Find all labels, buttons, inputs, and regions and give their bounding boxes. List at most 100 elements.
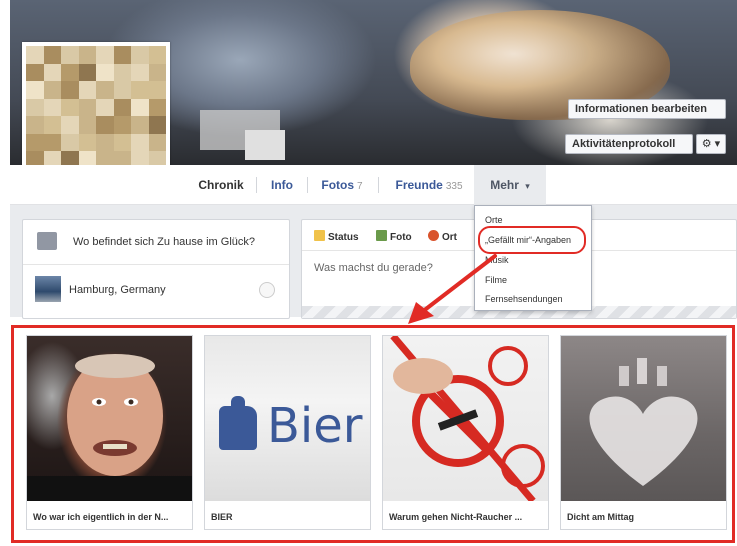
- mosaic-tile: [96, 98, 114, 116]
- mosaic-tile: [131, 116, 149, 134]
- like-caption[interactable]: BIER: [211, 512, 233, 522]
- composer-tab-label: Foto: [390, 232, 412, 243]
- mosaic-tile: [148, 63, 166, 81]
- suitcase-icon: [37, 232, 57, 250]
- tab-label: Info: [271, 178, 293, 192]
- mosaic-tile: [131, 46, 149, 64]
- edit-info-button[interactable]: Informationen bearbeiten: [568, 99, 726, 119]
- tab-chronik[interactable]: Chronik: [188, 165, 254, 205]
- mosaic-tile: [96, 133, 114, 151]
- divider: [23, 264, 289, 265]
- like-caption[interactable]: Warum gehen Nicht-Raucher ...: [389, 512, 522, 522]
- mosaic-tile: [26, 133, 44, 151]
- mosaic-tile: [113, 63, 131, 81]
- tab-info[interactable]: Info: [260, 165, 304, 205]
- mosaic-tile: [148, 98, 166, 116]
- mosaic-tile: [148, 116, 166, 134]
- mosaic-tile: [61, 133, 79, 151]
- like-card[interactable]: Dicht am Mittag: [560, 335, 727, 530]
- mosaic-tile: [148, 81, 166, 99]
- mosaic-tile: [148, 46, 166, 64]
- tab-fotos[interactable]: Fotos 7: [310, 165, 374, 205]
- tab-label: Mehr: [490, 178, 519, 192]
- tab-freunde[interactable]: Freunde 335: [386, 165, 472, 205]
- like-image[interactable]: Bier: [205, 336, 370, 501]
- composer-tab-label: Ort: [442, 232, 457, 243]
- mosaic-tile: [61, 116, 79, 134]
- bier-text: Bier: [267, 398, 363, 454]
- mosaic-tile: [78, 98, 96, 116]
- composer-tab-ort[interactable]: Ort: [428, 230, 457, 243]
- tab-divider: [256, 177, 257, 193]
- places-box: Wo befindet sich Zu hause im Glück? Hamb…: [22, 219, 290, 319]
- tab-count: 7: [357, 181, 363, 192]
- mosaic-tile: [61, 81, 79, 99]
- cover-blur-region: [245, 130, 285, 160]
- place-radio[interactable]: [259, 282, 275, 298]
- mosaic-tile: [113, 98, 131, 116]
- like-image[interactable]: [561, 336, 726, 501]
- place-thumbnail: [35, 276, 61, 302]
- mosaic-tile: [61, 98, 79, 116]
- like-caption[interactable]: Dicht am Mittag: [567, 512, 634, 522]
- mosaic-tile: [26, 63, 44, 81]
- timeline-content: Wo befindet sich Zu hause im Glück? Hamb…: [10, 205, 737, 319]
- mosaic-tile: [96, 63, 114, 81]
- mosaic-tile: [26, 98, 44, 116]
- tab-label: Freunde: [395, 178, 443, 192]
- mosaic-tile: [113, 116, 131, 134]
- facebook-timeline-page: Informationen bearbeiten Aktivitätenprot…: [0, 0, 737, 546]
- mosaic-tile: [78, 116, 96, 134]
- mosaic-tile: [96, 46, 114, 64]
- tab-count: 335: [445, 181, 463, 192]
- mosaic-tile: [96, 81, 114, 99]
- annotation-arrow: [408, 254, 497, 324]
- thumbs-up-icon: [219, 406, 257, 450]
- mosaic-tile: [78, 46, 96, 64]
- mosaic-tile: [43, 81, 61, 99]
- mosaic-tile: [78, 81, 96, 99]
- gear-icon[interactable]: ⚙ ▾: [696, 134, 726, 154]
- mosaic-tile: [43, 133, 61, 151]
- mosaic-tile: [43, 116, 61, 134]
- composer-tab-label: Status: [328, 232, 359, 243]
- photo-icon: [376, 230, 387, 241]
- mosaic-tile: [43, 63, 61, 81]
- mosaic-tile: [61, 46, 79, 64]
- tab-divider: [307, 177, 308, 193]
- no-smoking-illustration: [390, 336, 545, 501]
- tab-label: Fotos: [321, 178, 355, 192]
- like-card[interactable]: Bier BIER: [204, 335, 371, 530]
- activity-log-button[interactable]: Aktivitätenprotokoll: [565, 134, 693, 154]
- profile-nav: Chronik Info Fotos 7 Freunde 335 Mehr ▾: [10, 165, 737, 205]
- places-question[interactable]: Wo befindet sich Zu hause im Glück?: [73, 236, 255, 248]
- mosaic-tile: [78, 133, 96, 151]
- like-card[interactable]: Warum gehen Nicht-Raucher ...: [382, 335, 549, 530]
- mosaic-tile: [26, 46, 44, 64]
- composer-tab-status[interactable]: Status: [314, 230, 359, 243]
- mosaic-tile: [26, 116, 44, 134]
- mosaic-tile: [43, 98, 61, 116]
- heart-illustration: [589, 358, 698, 486]
- status-icon: [314, 230, 325, 241]
- face-illustration: [27, 354, 192, 501]
- mosaic-tile: [131, 133, 149, 151]
- mosaic-tile: [131, 81, 149, 99]
- mosaic-tile: [113, 46, 131, 64]
- like-card[interactable]: Wo war ich eigentlich in der N...: [26, 335, 193, 530]
- mosaic-tile: [131, 63, 149, 81]
- menu-item-orte[interactable]: Orte: [485, 215, 503, 225]
- like-image[interactable]: [383, 336, 548, 501]
- composer-tab-foto[interactable]: Foto: [376, 230, 412, 243]
- tab-divider: [378, 177, 379, 193]
- like-image[interactable]: [27, 336, 192, 501]
- mosaic-tile: [96, 116, 114, 134]
- likes-panel: Wo war ich eigentlich in der N... Bier B…: [11, 325, 735, 543]
- tab-mehr[interactable]: Mehr ▾: [474, 165, 546, 205]
- mosaic-tile: [148, 133, 166, 151]
- like-caption[interactable]: Wo war ich eigentlich in der N...: [33, 512, 168, 522]
- mosaic-tile: [61, 63, 79, 81]
- mosaic-tile: [131, 98, 149, 116]
- place-name[interactable]: Hamburg, Germany: [69, 284, 166, 296]
- mosaic-tile: [26, 81, 44, 99]
